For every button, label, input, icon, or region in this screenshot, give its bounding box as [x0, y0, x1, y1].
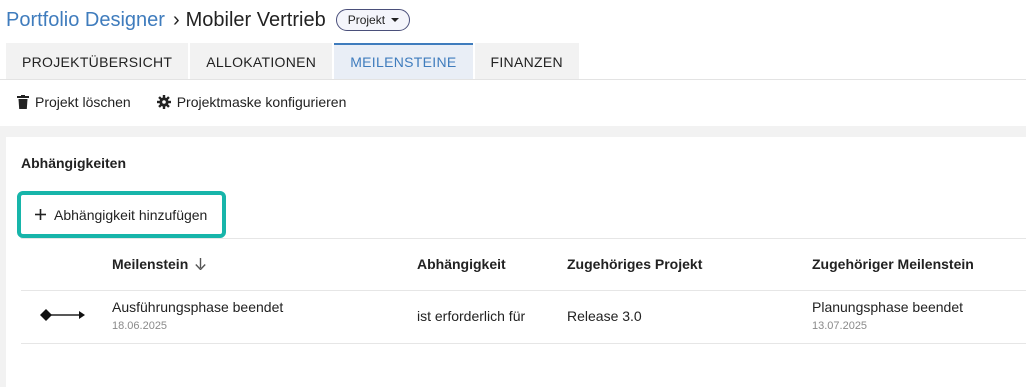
- column-header-milestone[interactable]: Meilenstein: [112, 256, 206, 272]
- add-dependency-label: Abhängigkeit hinzufügen: [54, 206, 208, 223]
- row-dependency-type: ist erforderlich für: [417, 308, 526, 324]
- table-row[interactable]: Ausführungsphase beendet 18.06.2025 ist …: [21, 291, 1026, 343]
- type-dropdown-label: Projekt: [347, 13, 386, 27]
- tab-finanzen[interactable]: FINANZEN: [474, 43, 579, 79]
- column-header-project[interactable]: Zugehöriges Projekt: [567, 256, 702, 272]
- add-dependency-button[interactable]: Abhängigkeit hinzufügen: [17, 191, 226, 238]
- configure-mask-label: Projektmaske konfigurieren: [176, 94, 347, 110]
- table-top-divider: [21, 238, 1026, 239]
- breadcrumb: Portfolio Designer › Mobiler Vertrieb Pr…: [6, 8, 411, 32]
- dependency-arrow-icon: [40, 309, 85, 321]
- tabs-divider: [0, 79, 1026, 80]
- table-row-divider: [21, 343, 1026, 344]
- configure-mask-button[interactable]: Projektmaske konfigurieren: [156, 94, 347, 110]
- delete-project-label: Projekt löschen: [35, 94, 131, 110]
- row-related-milestone-date: 13.07.2025: [812, 320, 868, 332]
- trash-icon: [17, 95, 29, 109]
- tab-meilensteine[interactable]: MEILENSTEINE: [334, 43, 473, 79]
- tab-bar: PROJEKTÜBERSICHT ALLOKATIONEN MEILENSTEI…: [6, 43, 581, 79]
- row-related-milestone-name: Planungsphase beendet: [812, 299, 964, 315]
- page-header: Portfolio Designer › Mobiler Vertrieb Pr…: [0, 0, 1026, 126]
- row-related-project: Release 3.0: [567, 308, 642, 324]
- action-toolbar: Projekt löschen Projektmaske konfigurier…: [17, 92, 372, 112]
- column-header-milestone-label: Meilenstein: [112, 256, 189, 272]
- section-title: Abhängigkeiten: [21, 155, 127, 171]
- column-header-dependency[interactable]: Abhängigkeit: [417, 256, 506, 272]
- row-milestone-date: 18.06.2025: [112, 320, 168, 332]
- column-header-related-milestone[interactable]: Zugehöriger Meilenstein: [812, 256, 974, 272]
- page-title: Mobiler Vertrieb: [185, 8, 326, 31]
- plus-icon: [35, 209, 46, 220]
- breadcrumb-root-link[interactable]: Portfolio Designer: [6, 9, 165, 32]
- type-dropdown[interactable]: Projekt: [335, 9, 411, 31]
- delete-project-button[interactable]: Projekt löschen: [17, 94, 131, 110]
- dependencies-card: Abhängigkeiten Abhängigkeit hinzufügen M…: [6, 137, 1026, 387]
- tab-projektuebersicht[interactable]: PROJEKTÜBERSICHT: [6, 43, 189, 79]
- breadcrumb-separator: ›: [172, 8, 180, 31]
- gear-icon: [156, 95, 171, 109]
- caret-down-icon: [391, 18, 400, 22]
- tab-allokationen[interactable]: ALLOKATIONEN: [190, 43, 333, 79]
- arrow-down-icon: [195, 258, 206, 270]
- row-milestone-name: Ausführungsphase beendet: [112, 299, 284, 315]
